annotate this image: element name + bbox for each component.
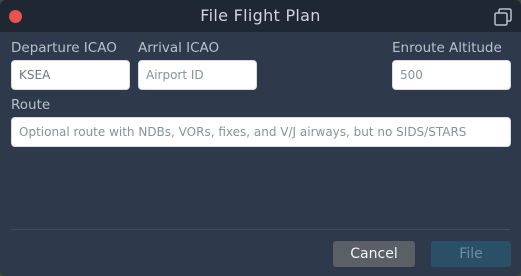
arrival-icao-input[interactable] [138,60,257,90]
title-bar[interactable]: File Flight Plan [0,0,521,32]
arrival-label: Arrival ICAO [138,40,220,56]
footer-divider [11,229,510,230]
file-button[interactable]: File [431,241,511,267]
route-label: Route [11,97,51,113]
file-flight-plan-dialog: File Flight Plan Departure ICAO Arrival … [0,0,521,276]
dialog-title: File Flight Plan [200,6,321,25]
departure-icao-input[interactable] [11,60,130,90]
departure-label: Departure ICAO [11,40,117,56]
enroute-altitude-input[interactable] [392,60,511,90]
route-input[interactable] [11,117,511,147]
cancel-button[interactable]: Cancel [333,241,415,267]
altitude-label: Enroute Altitude [392,40,502,56]
popout-window-icon[interactable] [494,8,512,26]
